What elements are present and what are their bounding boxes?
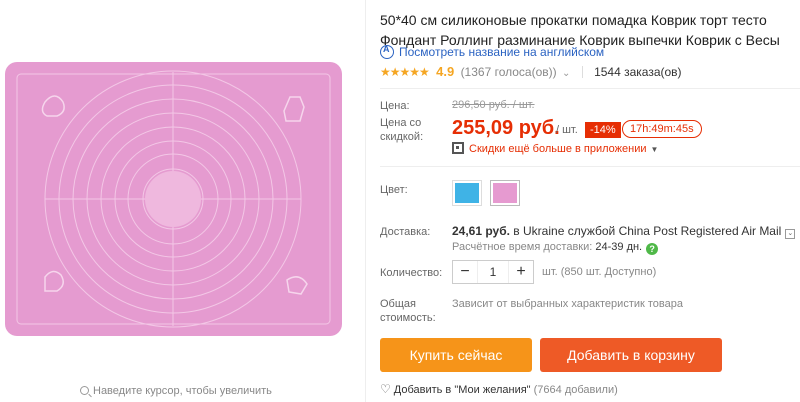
color-label: Цвет: [380,184,408,196]
product-title: 50*40 см силиконовые прокатки помадка Ко… [380,12,780,48]
add-to-cart-button[interactable]: Добавить в корзину [540,338,722,372]
wishlist-count: (7664 добавили) [533,384,618,396]
price-unit: / шт. [556,124,578,136]
delivery-time-label: Расчётное время доставки: [452,241,593,253]
mat-pattern-graphic [16,70,331,328]
color-option-blue[interactable] [452,180,482,206]
quantity-stepper: − 1 + [452,260,534,284]
qr-code-icon [452,142,464,154]
shipping-dropdown-icon[interactable]: ⌄ [785,229,796,239]
swatch-pink-image [493,183,517,203]
rating-row: ★★★★★ 4.9 (1367 голоса(ов)) ⌄ 1544 заказ… [380,64,682,79]
rating-value: 4.9 [436,64,455,79]
separator [581,66,583,78]
divider [380,88,800,89]
heart-icon: ♡ [380,382,391,396]
delivery-time-value: 24-39 дн. [595,241,643,253]
countdown-timer: 17h:49m:45s [622,120,702,138]
caret-down-icon: ▼ [650,145,659,154]
quantity-increase-button[interactable]: + [509,261,533,283]
price-label: Цена: [380,100,410,112]
old-price: 296,50 руб. / шт. [452,99,535,111]
orders-count: 1544 заказа(ов) [594,65,682,79]
discount-price-label: Цена со скидкой: [380,117,424,143]
shipping-price: 24,61 руб. [452,224,510,238]
shipping-label: Доставка: [380,226,431,238]
quantity-label: Количество: [380,267,443,279]
translate-icon [380,44,394,59]
rating-stars-icon: ★★★★★ [380,65,430,79]
zoom-hint-text: Наведите курсор, чтобы увеличить [93,385,272,397]
quantity-decrease-button[interactable]: − [453,261,477,283]
shipping-info: 24,61 руб. в Ukraine службой China Post … [452,224,796,239]
total-note: Зависит от выбранных характеристик товар… [452,298,683,310]
buy-now-button[interactable]: Купить сейчас [380,338,532,372]
rating-votes-link[interactable]: (1367 голоса(ов)) [461,65,557,79]
chevron-down-icon[interactable]: ⌄ [562,68,570,79]
delivery-time: Расчётное время доставки: 24-39 дн.? [452,241,659,255]
product-image-panel: Наведите курсор, чтобы увеличить [0,0,365,402]
total-label: Общая стоимость: [380,298,436,324]
magnifier-icon [80,386,89,395]
translate-title-link[interactable]: Посмотреть название на английском [380,44,605,59]
app-promo-link[interactable]: Скидки ещё больше в приложении ▼ [452,142,658,155]
shipping-route: в Ukraine службой China Post Registered … [509,224,782,238]
zoom-hint: Наведите курсор, чтобы увеличить [80,385,272,397]
product-image-silicone-mat[interactable] [5,62,342,336]
divider [380,166,800,167]
quantity-input[interactable]: 1 [477,261,509,283]
color-option-pink[interactable] [490,180,520,206]
panel-divider [365,0,366,402]
help-icon[interactable]: ? [646,243,659,255]
discount-badge: -14% [585,122,621,138]
quantity-available: шт. (850 шт. Доступно) [542,266,657,278]
discount-price: 255,09 руб. [452,117,560,139]
translate-link-text: Посмотреть название на английском [399,45,605,59]
swatch-blue-image [455,183,479,203]
app-promo-text: Скидки ещё больше в приложении [469,143,647,155]
wishlist-link[interactable]: ♡ Добавить в "Мои желания" (7664 добавили… [380,382,618,396]
wishlist-text: Добавить в "Мои желания" [393,384,531,396]
